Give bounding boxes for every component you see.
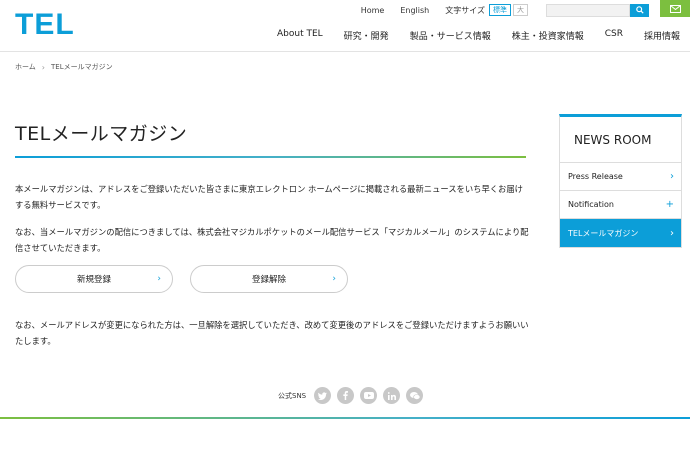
search-icon <box>635 6 644 14</box>
page-title: TELメールマガジン <box>15 123 188 145</box>
home-link[interactable]: Home <box>361 6 385 15</box>
news-room-sidebar: NEWS ROOM Press Release › Notification +… <box>559 114 682 248</box>
font-size-label: 文字サイズ <box>445 5 485 15</box>
sidebar-item-notification[interactable]: Notification + <box>560 191 681 219</box>
font-size-large-button[interactable]: 大 <box>513 4 528 16</box>
unsubscribe-button[interactable]: 登録解除 › <box>190 265 348 293</box>
register-button[interactable]: 新規登録 › <box>15 265 173 293</box>
title-divider <box>15 156 526 158</box>
linkedin-icon[interactable] <box>383 387 401 404</box>
youtube-icon[interactable] <box>360 387 378 404</box>
nav-about-tel[interactable]: About TEL <box>277 29 323 42</box>
site-header: TEL Home English 文字サイズ 標準 大 About TEL 研究… <box>0 0 690 52</box>
logo-text: TEL <box>15 8 75 41</box>
social-links: 公式SNS <box>278 387 429 404</box>
wechat-icon[interactable] <box>406 387 424 404</box>
sidebar-item-label: TELメールマガジン <box>568 228 639 238</box>
delivery-paragraph: なお、当メールマガジンの配信につきましては、株式会社マジカルポケットのメール配信… <box>15 227 529 253</box>
sidebar-title: NEWS ROOM <box>560 117 681 163</box>
nav-investors[interactable]: 株主・投資家情報 <box>512 29 584 42</box>
nav-csr[interactable]: CSR <box>605 29 623 42</box>
tel-logo[interactable]: TEL <box>15 8 75 41</box>
utility-bar: Home English 文字サイズ 標準 大 <box>361 0 690 20</box>
breadcrumb-home[interactable]: ホーム <box>15 62 36 72</box>
sidebar-item-label: Notification <box>568 200 614 209</box>
plus-icon: + <box>665 199 674 210</box>
unsubscribe-button-label: 登録解除 <box>251 275 286 285</box>
sidebar-item-mail-magazine[interactable]: TELメールマガジン › <box>560 219 681 247</box>
chevron-right-icon: › <box>670 227 674 239</box>
breadcrumb-chevron-icon: › <box>41 62 45 72</box>
mail-icon <box>669 4 681 13</box>
register-button-label: 新規登録 <box>76 275 111 285</box>
sidebar-item-press-release[interactable]: Press Release › <box>560 163 681 191</box>
facebook-icon[interactable] <box>337 387 355 404</box>
footer-divider <box>0 417 690 419</box>
address-change-paragraph: なお、メールアドレスが変更になられた方は、一旦解除を選択していただき、改めて変更… <box>15 320 529 346</box>
chevron-right-icon: › <box>332 274 336 284</box>
intro-paragraph: 本メールマガジンは、アドレスをご登録いただいた皆さまに東京エレクトロン ホームペ… <box>15 184 523 210</box>
mail-button[interactable] <box>660 0 690 17</box>
nav-products[interactable]: 製品・サービス情報 <box>410 29 491 42</box>
search-input[interactable] <box>546 3 630 17</box>
english-link[interactable]: English <box>400 6 429 15</box>
chevron-right-icon: › <box>670 171 674 182</box>
nav-careers[interactable]: 採用情報 <box>644 29 680 42</box>
breadcrumb: ホーム › TELメールマガジン <box>15 62 113 72</box>
chevron-right-icon: › <box>157 274 161 284</box>
sns-label: 公式SNS <box>278 391 307 400</box>
global-nav: About TEL 研究・開発 製品・サービス情報 株主・投資家情報 CSR 採… <box>256 29 690 42</box>
font-size-normal-button[interactable]: 標準 <box>489 4 511 16</box>
twitter-icon[interactable] <box>314 387 332 404</box>
search-button[interactable] <box>630 3 649 17</box>
nav-research[interactable]: 研究・開発 <box>344 29 389 42</box>
sidebar-item-label: Press Release <box>568 172 623 181</box>
breadcrumb-current: TELメールマガジン <box>51 63 113 71</box>
